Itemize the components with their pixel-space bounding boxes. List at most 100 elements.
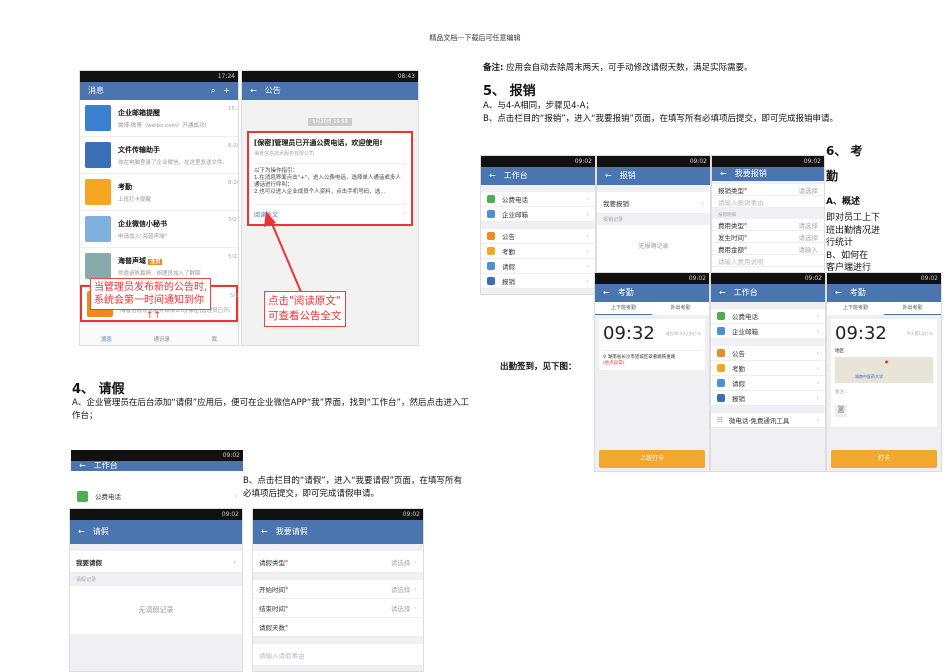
field-end-time[interactable]: 结束时间 * 请选择 › xyxy=(253,599,423,618)
workbench-item[interactable]: 请假 › xyxy=(481,259,595,274)
app-icon xyxy=(85,216,111,242)
back-icon[interactable]: ← xyxy=(835,284,842,302)
desc-input[interactable]: 请输入费用说明 xyxy=(712,255,824,267)
status-bar: 09:02 xyxy=(253,509,423,520)
workbench-item[interactable]: 请假 › xyxy=(711,376,825,391)
document-header: 精品文档---下载后可任意编辑 xyxy=(429,34,521,42)
message-item[interactable]: 文件传输助手你在电脑登录了企业微信，在这里发送文件、图...8:28 xyxy=(80,137,238,174)
app-icon xyxy=(717,394,725,402)
badge: 全员 xyxy=(148,258,163,265)
app-icon xyxy=(717,312,725,320)
section-4-a: A、企业管理员在后台添加“请假”应用后，便可在企业微信APP“我”界面，找到“工… xyxy=(72,398,469,421)
search-icon[interactable]: ⌕ xyxy=(211,82,215,100)
phone-workbench: 09:02 ←工作台 公费电话›企业邮箱›公告›考勤›请假›报销›☷微电话·免费… xyxy=(480,155,596,295)
arrow-up-icon: ↑↑ xyxy=(146,311,162,321)
detail-label: 报销明细 xyxy=(712,208,824,219)
plus-icon[interactable]: + xyxy=(223,82,230,100)
message-item[interactable]: 企业邮箱提醒微博·微博（weibo.com）开通成功!15:12 xyxy=(80,100,238,137)
my-reimburse-entry[interactable]: 我要报销 › xyxy=(597,192,710,214)
app-icon xyxy=(717,364,725,372)
app-icon xyxy=(487,195,495,203)
workbench-item[interactable]: 公费电话 › xyxy=(711,309,825,324)
workbench-item[interactable]: 报销 › xyxy=(481,274,595,289)
tab-field-checkin[interactable]: 外出考勤 xyxy=(652,302,709,315)
location-label: 地区 xyxy=(835,349,844,354)
workbench-item[interactable]: 公告 › xyxy=(481,229,595,244)
workbench-item[interactable]: 考勤 › xyxy=(711,361,825,376)
app-icon xyxy=(85,142,111,168)
workbench-item[interactable]: 公费电话 › xyxy=(71,485,243,507)
status-bar: 09:02 xyxy=(71,450,243,461)
phone-field-checkin: 09:02 ← 考勤 上下班考勤 外出考勤 09:32 今天第1次打卡 地区 湖南中医… xyxy=(826,272,942,472)
message-item[interactable]: 企业微信小秘书申请加入"海普声域"5/21 xyxy=(80,211,238,248)
reason-input[interactable]: 请输入请假事由 xyxy=(253,644,423,666)
clock-time: 09:32 xyxy=(603,323,655,344)
back-icon[interactable]: ← xyxy=(78,520,85,544)
tab-field-checkin[interactable]: 外出考勤 xyxy=(884,302,941,315)
field-type[interactable]: 报销类型 * 请选择 xyxy=(712,184,824,196)
tab-office-checkin[interactable]: 上下班考勤 xyxy=(827,302,884,315)
records-label: 请假记录 xyxy=(76,577,97,583)
app-icon xyxy=(717,327,725,335)
checkin-button[interactable]: 上班打卡 xyxy=(599,450,705,468)
title: 考勤 xyxy=(849,288,866,297)
workbench-item[interactable]: 公告 › xyxy=(711,346,825,361)
workbench-item[interactable]: 公费电话 › xyxy=(481,192,595,207)
workbench-item[interactable]: 企业邮箱 › xyxy=(711,324,825,339)
back-icon[interactable]: ← xyxy=(603,284,610,302)
message-item[interactable]: 考勤上班打卡提醒8:20 xyxy=(80,174,238,211)
location: ⚲ 湖南省长沙市望城区翠重路铁重路 (地点异常) xyxy=(603,350,701,366)
app-icon xyxy=(85,105,111,131)
records-label: 报销记录 xyxy=(597,214,710,225)
workbench-tool[interactable]: ☷ 微电话·免费通讯工具 › xyxy=(711,413,825,428)
reason-input[interactable]: 请输入报销事由 xyxy=(712,196,824,208)
app-icon xyxy=(717,379,725,387)
field-date[interactable]: 发生时间 * 请选择 xyxy=(712,231,824,243)
section-6-title-cont: 勤 xyxy=(826,169,839,183)
workbench-item[interactable]: 考勤 › xyxy=(481,244,595,259)
phone-workbench-partial: 09:02 ← 工作台 公费电话 › xyxy=(71,450,243,507)
section-5-b: B、点击栏目的“报销”，进入“我要报销”页面，在填写所有必填项后提交，即可完成报… xyxy=(483,114,838,124)
phone-checkin: 09:02 ← 考勤 上下班考勤 外出考勤 09:32 请在09:30之前打卡 ⚲ 湖… xyxy=(594,272,710,472)
tab-office-checkin[interactable]: 上下班考勤 xyxy=(595,302,652,315)
status-bar: 09:02 xyxy=(595,273,709,284)
my-leave-entry[interactable]: 我要请假 › xyxy=(70,551,242,573)
status-bar: 09:02 xyxy=(827,273,941,284)
back-icon[interactable]: ← xyxy=(720,167,727,181)
remark-input[interactable]: 备注... xyxy=(835,389,933,395)
camera-icon[interactable]: ◙ xyxy=(835,405,847,417)
nav-contacts[interactable]: 通讯录 xyxy=(153,335,170,343)
back-icon[interactable]: ← xyxy=(261,520,268,544)
field-days[interactable]: 请假天数 * xyxy=(253,618,423,637)
field-fee-type[interactable]: 费用类型 * 请选择 xyxy=(712,219,824,231)
nav-messages[interactable]: 消息 xyxy=(101,335,112,343)
phone-workbench-2: 09:02 ← 工作台 公费电话 › 企业邮箱 › 公告 › 考勤 › 请假 › 报销 › ☷ 微电话·免费… xyxy=(710,272,826,472)
back-icon[interactable]: ← xyxy=(250,82,257,100)
title: 我要报销 xyxy=(734,169,767,178)
title: 报销 xyxy=(619,171,636,180)
section-4-b: B、点击栏目的“请假”，进入“我要请假”页面，在填写所有必填项后提交，即可完成请… xyxy=(243,476,462,499)
title: 考勤 xyxy=(617,288,634,297)
clock-time: 09:32 xyxy=(835,323,887,344)
title: 工作台 xyxy=(93,461,118,470)
callout-read-full: 点击"阅读原文" 可查看公告全文 xyxy=(264,291,346,327)
nav-me[interactable]: 我 xyxy=(212,335,218,343)
field-start-time[interactable]: 开始时间 * 请选择 › xyxy=(253,580,423,599)
checkin-hint: 今天第1次打卡 xyxy=(906,330,933,336)
workbench-item[interactable]: 企业邮箱 › xyxy=(481,207,595,222)
status-bar: 09:02 xyxy=(70,509,242,520)
checkin-caption: 出勤签到，见下图： xyxy=(500,362,577,372)
checkin-button[interactable]: 打卡 xyxy=(831,450,937,468)
map[interactable]: 湖南中医药大学 ● xyxy=(835,357,933,383)
back-icon[interactable]: ← xyxy=(719,284,726,302)
title: 请假 xyxy=(92,527,109,536)
workbench-item[interactable]: 报销 › xyxy=(711,391,825,406)
title: 消息 xyxy=(88,86,104,95)
workbench-list: 公费电话›企业邮箱› 公告›考勤›请假›报销› ☷微电话·免费通讯工具› xyxy=(711,302,825,428)
field-amount[interactable]: 费用金额 * 请输入 xyxy=(712,243,824,255)
field-leave-type[interactable]: 请假类型 * 请选择 › xyxy=(253,551,423,573)
phone-leave-form: 09:02 ← 我要请假 请假类型 * 请选择 › 开始时间 * 请选择 › 结束时间 * 请选择… xyxy=(252,508,424,672)
back-icon[interactable]: ← xyxy=(605,167,612,185)
back-icon[interactable]: ← xyxy=(489,167,496,185)
title: 工作台 xyxy=(503,171,528,180)
